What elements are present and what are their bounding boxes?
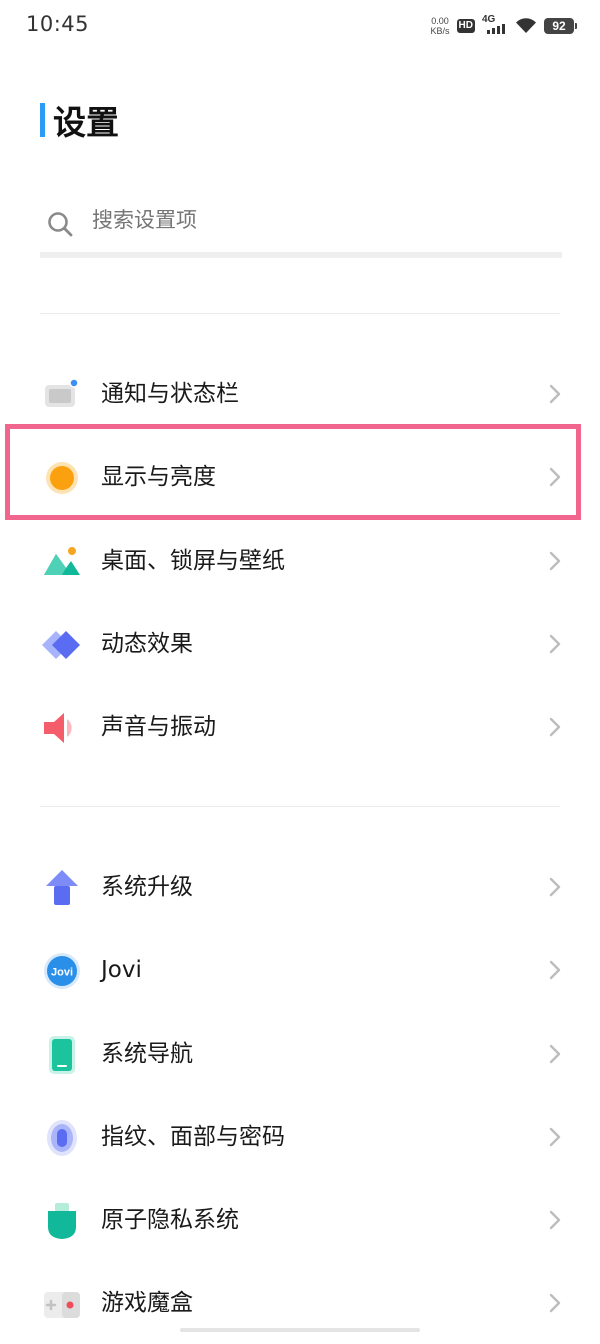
- search-input[interactable]: [92, 208, 512, 232]
- page-title: 设置: [40, 100, 119, 142]
- settings-item-wallpaper[interactable]: 桌面、锁屏与壁纸: [0, 522, 600, 602]
- chevron-right-icon: [549, 960, 561, 980]
- chevron-right-icon: [549, 1044, 561, 1064]
- settings-item-label: 声音与振动: [101, 714, 216, 740]
- settings-item-label: 动态效果: [101, 631, 193, 657]
- fingerprint-icon: [47, 1120, 77, 1156]
- settings-item-privacy[interactable]: 原子隐私系统: [0, 1181, 600, 1261]
- highlight-box: [5, 424, 581, 520]
- settings-item-system-update[interactable]: 系统升级: [0, 848, 600, 928]
- chevron-right-icon: [549, 1210, 561, 1230]
- page-title-text: 设置: [53, 103, 119, 142]
- navigation-icon: [49, 1036, 75, 1074]
- home-indicator[interactable]: [180, 1328, 420, 1332]
- sound-icon: [44, 713, 72, 743]
- network-speed-unit: KB/s: [430, 26, 450, 36]
- chevron-right-icon: [549, 1293, 561, 1313]
- cellular-signal-icon: 4G: [482, 14, 508, 36]
- wifi-icon: [516, 18, 536, 33]
- settings-item-notifications[interactable]: 通知与状态栏: [0, 355, 600, 435]
- network-speed: 0.00 KB/s: [431, 16, 450, 36]
- settings-item-label: 原子隐私系统: [101, 1207, 239, 1233]
- divider: [40, 806, 560, 807]
- status-bar: 10:45 0.00 KB/s HD 4G 92: [0, 0, 600, 52]
- chevron-right-icon: [549, 717, 561, 737]
- settings-item-label: 游戏魔盒: [101, 1290, 193, 1316]
- search-icon: [48, 212, 73, 237]
- chevron-right-icon: [549, 384, 561, 404]
- chevron-right-icon: [549, 551, 561, 571]
- search-underline: [40, 252, 562, 258]
- settings-item-jovi[interactable]: Jovi Jovi: [0, 931, 600, 1011]
- chevron-right-icon: [549, 634, 561, 654]
- system-update-icon: [46, 870, 78, 905]
- settings-item-animation[interactable]: 动态效果: [0, 605, 600, 685]
- settings-item-fingerprint[interactable]: 指纹、面部与密码: [0, 1098, 600, 1178]
- wallpaper-icon: [44, 547, 80, 575]
- settings-item-label: 系统升级: [101, 874, 193, 900]
- settings-item-label: 桌面、锁屏与壁纸: [101, 548, 285, 574]
- chevron-right-icon: [549, 1127, 561, 1147]
- status-time: 10:45: [26, 12, 90, 36]
- settings-item-label: Jovi: [101, 957, 142, 983]
- settings-item-game-box[interactable]: 游戏魔盒: [0, 1264, 600, 1344]
- divider: [40, 313, 560, 314]
- privacy-icon: [48, 1203, 76, 1239]
- search-bar[interactable]: [40, 200, 562, 258]
- settings-item-label: 指纹、面部与密码: [101, 1124, 285, 1150]
- settings-item-navigation[interactable]: 系统导航: [0, 1015, 600, 1095]
- settings-item-label: 系统导航: [101, 1041, 193, 1067]
- settings-item-sound[interactable]: 声音与振动: [0, 688, 600, 768]
- network-speed-value: 0.00: [431, 16, 449, 26]
- jovi-icon: Jovi: [44, 953, 80, 989]
- title-accent-bar: [40, 103, 45, 137]
- notification-icon: [45, 378, 79, 407]
- chevron-right-icon: [549, 877, 561, 897]
- settings-item-label: 通知与状态栏: [101, 381, 239, 407]
- animation-icon: [42, 631, 80, 659]
- game-box-icon: [44, 1292, 80, 1318]
- status-icons: 0.00 KB/s HD 4G 92: [431, 14, 577, 38]
- hd-icon: HD: [456, 19, 475, 33]
- svg-text:Jovi: Jovi: [51, 967, 73, 979]
- battery-icon: 92: [544, 18, 577, 34]
- battery-level: 92: [552, 19, 566, 33]
